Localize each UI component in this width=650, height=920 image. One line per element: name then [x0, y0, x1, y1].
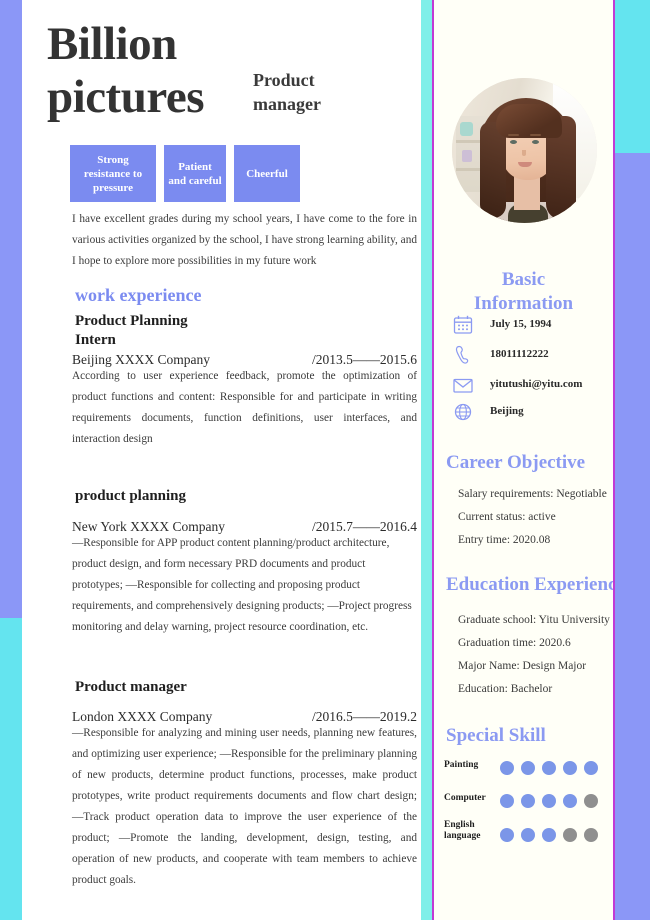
section-heading-career-objective: Career Objective: [446, 452, 586, 473]
skill-label: Painting: [444, 760, 479, 770]
phone-value: 18011112222: [490, 348, 549, 360]
skill-label-line-2: language: [444, 831, 481, 841]
info-row-birthdate: July 15, 1994: [452, 314, 612, 340]
envelope-icon: [452, 374, 474, 396]
birthdate-value: July 15, 1994: [490, 318, 552, 330]
info-row-phone: 18011112222: [452, 344, 612, 370]
basic-info-title-line-2: Information: [473, 293, 574, 314]
right-edge-cyan: [615, 0, 650, 153]
right-edge-periwinkle: [615, 153, 650, 920]
job-role: Product manager: [75, 679, 187, 695]
right-edge-bar: [613, 0, 650, 920]
profile-summary: I have excellent grades during my school…: [72, 213, 417, 267]
education-line: Major Name: Design Major: [458, 660, 587, 672]
avatar: [452, 78, 597, 223]
trait-tag: Strong resistance to pressure: [70, 145, 156, 202]
skill-label: English language: [444, 820, 496, 842]
phone-icon: [452, 344, 474, 366]
career-objective-line: Current status: active: [458, 511, 556, 523]
info-row-email: yitutushi@yitu.com: [452, 374, 612, 400]
trait-tag: Cheerful: [234, 145, 300, 202]
skill-rating-dots: [500, 761, 598, 775]
trait-tags: Strong resistance to pressure Patient an…: [70, 145, 300, 202]
name-block: Billion pictures Product manager: [47, 18, 407, 124]
section-heading-work-experience: work experience: [75, 285, 202, 305]
trait-tag: Patient and careful: [164, 145, 226, 202]
name-line-2: pictures: [47, 71, 205, 123]
email-value: yitutushi@yitu.com: [490, 378, 583, 390]
job-role-line-1: Product Planning: [75, 313, 188, 329]
education-line: Graduation time: 2020.6: [458, 637, 571, 649]
skill-row-english-language: English language: [444, 820, 619, 854]
resume-page: Billion pictures Product manager Strong …: [0, 0, 650, 920]
left-edge-periwinkle: [0, 0, 22, 618]
section-heading-basic-information: Basic Information: [434, 268, 613, 316]
career-objective-line: Salary requirements: Negotiable: [458, 488, 607, 500]
job-role: product planning: [75, 488, 187, 504]
career-objective-line: Entry time: 2020.08: [458, 534, 551, 546]
name-line-1: Billion: [47, 18, 177, 70]
section-heading-education-experience: Education Experience: [446, 574, 625, 595]
skill-label-line-1: English: [444, 820, 475, 830]
job-role-line-2: Intern: [75, 332, 116, 348]
sidebar: Basic Information July 15, 1994 18011112…: [434, 0, 625, 920]
main-column: Billion pictures Product manager Strong …: [22, 0, 421, 920]
info-row-location: Beijing: [452, 401, 612, 427]
section-heading-special-skill: Special Skill: [446, 725, 546, 746]
job-description: —Responsible for APP product content pla…: [72, 537, 412, 633]
skill-rating-dots: [500, 794, 598, 808]
globe-icon: [452, 401, 474, 423]
job-title: Product manager: [253, 68, 373, 116]
page-title: Billion pictures: [47, 18, 247, 124]
left-edge-cyan: [0, 618, 22, 920]
skill-row-painting: Painting: [444, 760, 619, 786]
education-line: Education: Bachelor: [458, 683, 553, 695]
job-title-line-1: Product: [253, 70, 315, 90]
skill-label: Computer: [444, 793, 486, 803]
job-title-line-2: manager: [253, 94, 321, 114]
portrait-photo: [452, 78, 597, 223]
skill-row-computer: Computer: [444, 793, 619, 819]
skill-rating-dots: [500, 828, 598, 842]
location-value: Beijing: [490, 405, 524, 417]
job-description: —Responsible for analyzing and mining us…: [72, 727, 417, 886]
education-line: Graduate school: Yitu University: [458, 614, 610, 626]
job-role: Product Planning Intern: [75, 312, 188, 350]
left-edge-bar: [0, 0, 22, 920]
basic-info-title-line-1: Basic: [501, 269, 546, 290]
calendar-icon: [452, 314, 474, 336]
job-description: According to user experience feedback, p…: [72, 370, 417, 445]
